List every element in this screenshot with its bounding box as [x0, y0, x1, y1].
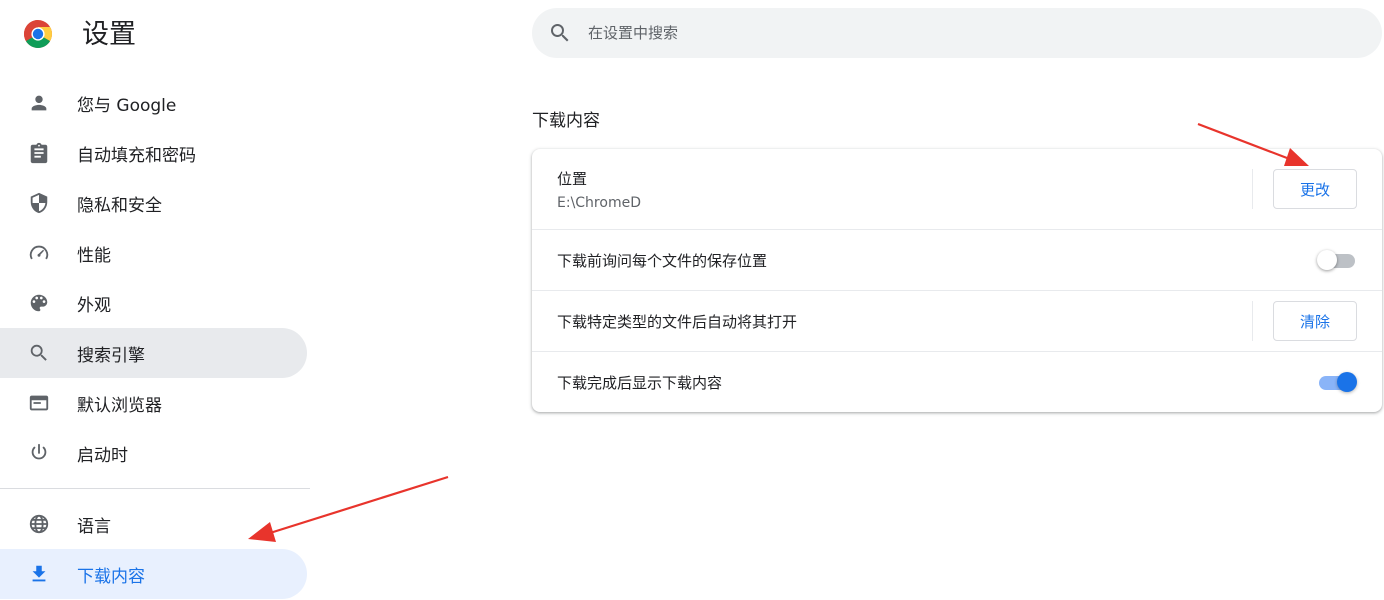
sidebar-item-performance[interactable]: 性能 — [0, 228, 307, 278]
sidebar-item-search-engine[interactable]: 搜索引擎 — [0, 328, 307, 378]
location-row: 位置 E:\ChromeD 更改 — [532, 149, 1382, 229]
page-title: 设置 — [82, 19, 136, 50]
section-title: 下载内容 — [532, 111, 600, 131]
sidebar-item-autofill[interactable]: 自动填充和密码 — [0, 128, 307, 178]
downloads-card: 位置 E:\ChromeD 更改 下载前询问每个文件的保存位置 下载特定类型的文… — [532, 149, 1382, 412]
ask-where-toggle[interactable] — [1317, 250, 1357, 270]
vertical-separator — [1252, 169, 1253, 209]
sidebar-nav: 您与 Google 自动填充和密码 隐私和安全 性能 外观 搜索引擎 默认浏览器… — [0, 78, 310, 599]
download-icon — [32, 565, 46, 582]
vertical-separator — [1252, 301, 1253, 341]
sidebar-item-downloads[interactable]: 下载内容 — [0, 549, 307, 599]
sidebar-item-default-browser[interactable]: 默认浏览器 — [0, 378, 307, 428]
show-when-done-label: 下载完成后显示下载内容 — [557, 373, 723, 392]
sidebar-item-label: 下载内容 — [77, 566, 145, 587]
search-box[interactable] — [532, 8, 1382, 58]
change-location-button[interactable]: 更改 — [1273, 169, 1357, 209]
auto-open-label: 下载特定类型的文件后自动将其打开 — [557, 312, 798, 331]
show-when-done-row[interactable]: 下载完成后显示下载内容 — [532, 351, 1382, 412]
globe-icon — [29, 514, 49, 534]
search-input[interactable] — [588, 8, 1348, 58]
sidebar-item-label: 语言 — [77, 516, 111, 537]
sidebar-item-label: 您与 Google — [77, 95, 177, 116]
search-icon — [30, 344, 47, 361]
toggle-knob — [1317, 250, 1337, 270]
sidebar-item-privacy[interactable]: 隐私和安全 — [0, 178, 307, 228]
person-icon — [31, 95, 47, 111]
sidebar-item-label: 性能 — [77, 245, 111, 266]
sidebar-item-appearance[interactable]: 外观 — [0, 278, 307, 328]
clipboard-icon — [30, 142, 48, 164]
clear-auto-open-button[interactable]: 清除 — [1273, 301, 1357, 341]
sidebar-item-languages[interactable]: 语言 — [0, 499, 307, 549]
location-label: 位置 — [557, 169, 588, 188]
shield-icon — [30, 192, 48, 214]
sidebar-item-you-and-google[interactable]: 您与 Google — [0, 78, 307, 128]
browser-window-icon — [29, 395, 49, 411]
toggle-knob — [1337, 372, 1357, 392]
auto-open-row: 下载特定类型的文件后自动将其打开 清除 — [532, 290, 1382, 351]
sidebar-item-label: 搜索引擎 — [77, 345, 145, 366]
ask-where-row[interactable]: 下载前询问每个文件的保存位置 — [532, 229, 1382, 290]
sidebar-item-on-startup[interactable]: 启动时 — [0, 428, 307, 478]
sidebar-item-label: 隐私和安全 — [77, 195, 162, 216]
sidebar-item-label: 默认浏览器 — [77, 395, 162, 416]
sidebar-divider — [0, 488, 310, 489]
location-path: E:\ChromeD — [557, 194, 641, 211]
search-icon[interactable] — [548, 21, 572, 45]
chrome-logo-icon — [24, 20, 52, 48]
show-when-done-toggle[interactable] — [1317, 372, 1357, 392]
power-icon — [31, 443, 47, 460]
sidebar-item-label: 自动填充和密码 — [77, 145, 196, 166]
sidebar-item-label: 启动时 — [77, 445, 128, 466]
speedometer-icon — [29, 245, 49, 260]
ask-where-label: 下载前询问每个文件的保存位置 — [557, 251, 768, 270]
palette-icon — [30, 294, 48, 312]
sidebar-item-label: 外观 — [77, 295, 111, 316]
